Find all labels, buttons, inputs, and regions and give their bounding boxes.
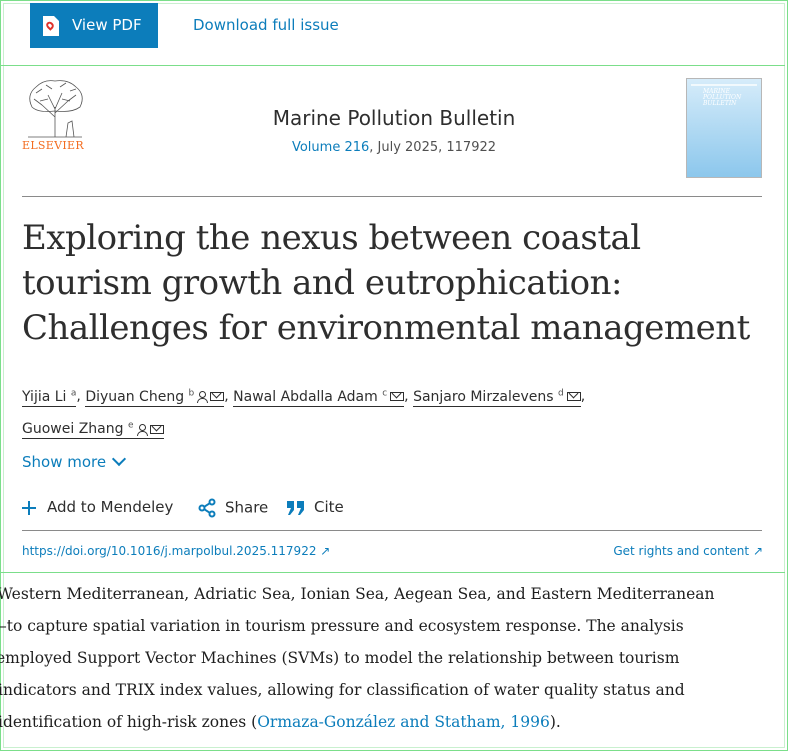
view-pdf-label: View PDF bbox=[72, 16, 142, 34]
author-link[interactable]: Yijia Li a bbox=[22, 388, 77, 407]
journal-cover-image[interactable]: MARINE POLLUTION BULLETIN bbox=[686, 78, 762, 178]
author-link[interactable]: Sanjaro Mirzalevens d bbox=[413, 388, 581, 407]
excerpt-line: indicators and TRIX index values, allowi… bbox=[0, 681, 685, 699]
external-link-arrow-icon: ↗ bbox=[320, 544, 331, 558]
header-divider bbox=[1, 65, 785, 66]
excerpt-line: Western Mediterranean, Adriatic Sea, Ion… bbox=[0, 585, 715, 603]
article-excerpt: Western Mediterranean, Adriatic Sea, Ion… bbox=[0, 578, 783, 738]
cover-top-bar bbox=[691, 84, 757, 86]
pdf-icon bbox=[43, 16, 59, 36]
title-line-2: tourism growth and eutrophication: bbox=[22, 263, 622, 303]
person-icon bbox=[197, 391, 209, 404]
external-link-arrow-icon: ↗ bbox=[752, 544, 763, 558]
author-list: Yijia Li a, Diyuan Cheng b, Nawal Abdall… bbox=[22, 388, 586, 440]
share-label: Share bbox=[225, 498, 269, 517]
excerpt-line: employed Support Vector Machines (SVMs) … bbox=[0, 649, 680, 667]
add-to-mendeley-button[interactable]: Add to Mendeley bbox=[22, 498, 173, 516]
show-more-button[interactable]: Show more bbox=[22, 451, 127, 471]
actions-rule bbox=[22, 530, 762, 531]
doi-link[interactable]: https://doi.org/10.1016/j.marpolbul.2025… bbox=[22, 544, 330, 558]
volume-link[interactable]: Volume 216 bbox=[292, 140, 369, 155]
mail-icon bbox=[210, 392, 225, 402]
affiliation-sup: a bbox=[70, 388, 77, 398]
quote-icon bbox=[287, 500, 304, 515]
mail-icon bbox=[390, 392, 405, 402]
plus-icon bbox=[22, 500, 36, 515]
cite-label: Cite bbox=[314, 498, 344, 516]
show-more-label: Show more bbox=[22, 453, 107, 471]
author-link[interactable]: Nawal Abdalla Adam c bbox=[233, 388, 405, 407]
author-name: Diyuan Cheng bbox=[85, 388, 185, 405]
author-name: Sanjaro Mirzalevens bbox=[413, 388, 554, 405]
header-rule bbox=[22, 196, 762, 197]
title-line-1: Exploring the nexus between coastal bbox=[22, 218, 641, 258]
excerpt-text: ). bbox=[549, 713, 561, 731]
excerpt-line: identification of high-risk zones (Ormaz… bbox=[0, 706, 783, 738]
journal-issue-info: Volume 216, July 2025, 117922 bbox=[0, 140, 788, 155]
title-line-3: Challenges for environmental management bbox=[22, 308, 750, 348]
affiliation-sup: c bbox=[382, 388, 388, 398]
author-name: Guowei Zhang bbox=[22, 421, 124, 438]
author-name: Yijia Li bbox=[22, 388, 67, 405]
mendeley-label: Add to Mendeley bbox=[47, 498, 174, 516]
mail-icon bbox=[566, 392, 581, 402]
author-link[interactable]: Diyuan Cheng b bbox=[85, 388, 225, 407]
view-pdf-button[interactable]: View PDF bbox=[30, 3, 158, 48]
excerpt-divider bbox=[1, 572, 785, 573]
mail-icon bbox=[149, 424, 164, 434]
rights-text: Get rights and content bbox=[613, 544, 750, 558]
chevron-down-icon bbox=[112, 451, 127, 467]
cover-title: MARINE POLLUTION BULLETIN bbox=[703, 88, 742, 107]
excerpt-line: –to capture spatial variation in tourism… bbox=[0, 617, 684, 635]
get-rights-link[interactable]: Get rights and content ↗ bbox=[613, 544, 763, 558]
affiliation-sup: b bbox=[188, 388, 195, 398]
share-icon bbox=[198, 498, 216, 518]
excerpt-text: identification of high-risk zones ( bbox=[0, 713, 258, 731]
article-title: Exploring the nexus between coastal tour… bbox=[22, 216, 767, 351]
reference-link[interactable]: Ormaza-González and Statham, 1996 bbox=[257, 713, 550, 731]
journal-name-link[interactable]: Marine Pollution Bulletin bbox=[0, 106, 788, 130]
share-button[interactable]: Share bbox=[197, 498, 268, 518]
author-name: Nawal Abdalla Adam bbox=[233, 388, 378, 405]
issue-info-text: , July 2025, 117922 bbox=[369, 140, 497, 155]
affiliation-sup: e bbox=[127, 420, 134, 431]
affiliation-sup: d bbox=[558, 388, 564, 398]
doi-text: https://doi.org/10.1016/j.marpolbul.2025… bbox=[22, 544, 317, 558]
cite-button[interactable]: Cite bbox=[286, 498, 344, 517]
download-full-issue-link[interactable]: Download full issue bbox=[193, 16, 339, 34]
author-link[interactable]: Guowei Zhang e bbox=[22, 420, 164, 440]
person-icon bbox=[136, 423, 148, 436]
